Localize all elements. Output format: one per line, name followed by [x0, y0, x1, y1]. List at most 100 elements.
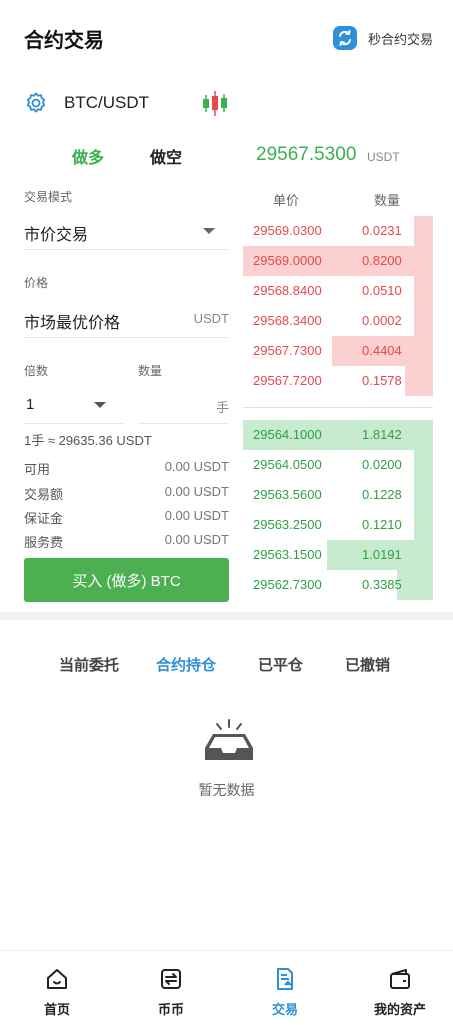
bid-price: 29563.5600 — [253, 487, 322, 502]
price-value: 市场最优价格 — [24, 315, 121, 332]
lot-info: 1手 ≈ 29635.36 USDT — [24, 433, 152, 448]
orderbook-qty-header: 数量 — [374, 193, 401, 208]
ask-qty: 0.0002 — [362, 313, 402, 328]
buy-long-button[interactable]: 买入 (做多) BTC — [24, 558, 229, 602]
bid-price: 29562.7300 — [253, 577, 322, 592]
bid-depth-bar — [414, 480, 433, 510]
quantity-input[interactable]: 手 — [138, 386, 229, 424]
tab-short[interactable]: 做空 — [150, 144, 182, 168]
nav-assets-label: 我的资产 — [373, 1002, 426, 1017]
bid-qty: 0.0200 — [362, 457, 402, 472]
trade-amount-value: 0.00 USDT — [164, 484, 229, 499]
ask-row[interactable]: 29567.7200 0.1578 — [243, 366, 433, 396]
page-title: 合约交易 — [24, 30, 104, 52]
ask-row[interactable]: 29569.0300 0.0231 — [243, 216, 433, 246]
pair-name: BTC/USDT — [64, 93, 149, 112]
mode-label: 交易模式 — [24, 190, 73, 204]
bid-depth-bar — [414, 450, 433, 480]
ask-row[interactable]: 29568.8400 0.0510 — [243, 276, 433, 306]
bid-qty: 1.0191 — [362, 547, 402, 562]
swap-icon — [332, 26, 357, 50]
ask-depth-bar — [404, 366, 433, 396]
bid-price: 29564.1000 — [253, 427, 322, 442]
fee-label: 服务费 — [24, 535, 64, 550]
trade-document-icon — [277, 968, 293, 990]
bid-row[interactable]: 29564.1000 1.8142 — [243, 420, 433, 450]
ask-depth-bar — [414, 216, 433, 246]
bid-qty: 0.1228 — [362, 487, 402, 502]
bid-row[interactable]: 29562.7300 0.3385 — [243, 570, 433, 600]
price-label: 价格 — [24, 276, 49, 290]
quantity-unit: 手 — [215, 400, 229, 415]
available-label: 可用 — [24, 462, 51, 477]
bid-row[interactable]: 29563.5600 0.1228 — [243, 480, 433, 510]
tab-closed[interactable]: 已平仓 — [258, 654, 303, 675]
bid-qty: 1.8142 — [362, 427, 402, 442]
ask-price: 29568.8400 — [253, 283, 322, 298]
ask-qty: 0.0510 — [362, 283, 402, 298]
empty-state-text: 暂无数据 — [198, 782, 255, 798]
nav-trade[interactable]: 交易 — [245, 951, 325, 1025]
bid-price: 29564.0500 — [253, 457, 322, 472]
nav-trade-label: 交易 — [271, 1002, 298, 1017]
section-divider — [0, 612, 453, 620]
nav-home[interactable]: 首页 — [17, 951, 97, 1025]
ask-price: 29568.3400 — [253, 313, 322, 328]
mode-select[interactable]: 市价交易 — [24, 212, 229, 250]
available-value: 0.00 USDT — [164, 459, 229, 474]
tab-positions[interactable]: 合约持仓 — [156, 654, 216, 675]
ask-price: 29569.0000 — [253, 253, 322, 268]
bid-price: 29563.2500 — [253, 517, 322, 532]
home-icon — [47, 969, 67, 989]
ask-qty: 0.8200 — [362, 253, 402, 268]
ask-qty: 0.1578 — [362, 373, 402, 388]
ask-price: 29569.0300 — [253, 223, 322, 238]
tab-current-orders[interactable]: 当前委托 — [59, 654, 119, 675]
ask-qty: 0.4404 — [362, 343, 402, 358]
wallet-icon — [390, 969, 410, 989]
ask-depth-bar — [414, 276, 433, 306]
price-unit: USDT — [193, 311, 229, 326]
bid-row[interactable]: 29564.0500 0.0200 — [243, 450, 433, 480]
chevron-down-icon — [94, 402, 106, 408]
trade-amount-label: 交易额 — [24, 487, 64, 502]
quantity-label: 数量 — [138, 364, 163, 378]
ask-row[interactable]: 29568.3400 0.0002 — [243, 306, 433, 336]
tab-long[interactable]: 做多 — [72, 144, 104, 168]
bid-row[interactable]: 29563.1500 1.0191 — [243, 540, 433, 570]
ask-qty: 0.0231 — [362, 223, 402, 238]
bid-row[interactable]: 29563.2500 0.1210 — [243, 510, 433, 540]
bid-depth-bar — [414, 510, 433, 540]
nav-home-label: 首页 — [43, 1002, 70, 1017]
bottom-nav: 首页 币币 交易 我的资产 — [0, 950, 453, 1024]
bid-qty: 0.1210 — [362, 517, 402, 532]
nav-spot-label: 币币 — [157, 1002, 184, 1017]
ask-row[interactable]: 29567.7300 0.4404 — [243, 336, 433, 366]
candlestick-chart-icon[interactable] — [200, 88, 230, 118]
bid-qty: 0.3385 — [362, 577, 402, 592]
ask-price: 29567.7300 — [253, 343, 322, 358]
leverage-select[interactable]: 1 — [24, 386, 124, 424]
ask-row[interactable]: 29569.0000 0.8200 — [243, 246, 433, 276]
orderbook-divider — [243, 407, 433, 408]
quick-contract-button[interactable]: 秒合约交易 — [332, 24, 433, 52]
ask-price: 29567.7200 — [253, 373, 322, 388]
gear-icon[interactable] — [24, 91, 48, 115]
margin-label: 保证金 — [24, 511, 64, 526]
tab-cancelled[interactable]: 已撤销 — [345, 654, 390, 675]
last-price: 29567.5300 — [256, 144, 357, 165]
last-price-unit: USDT — [367, 150, 400, 164]
orderbook-price-header: 单价 — [273, 193, 300, 208]
leverage-label: 倍数 — [24, 364, 49, 378]
quick-contract-label: 秒合约交易 — [367, 31, 433, 47]
pair-selector[interactable]: BTC/USDT — [24, 88, 149, 118]
nav-assets[interactable]: 我的资产 — [360, 951, 440, 1025]
price-field[interactable]: 市场最优价格 USDT — [24, 300, 229, 338]
empty-inbox-icon — [205, 719, 253, 760]
chevron-down-icon — [203, 228, 215, 234]
bid-depth-bar — [396, 570, 433, 600]
exchange-icon — [161, 969, 181, 989]
nav-spot[interactable]: 币币 — [131, 951, 211, 1025]
margin-value: 0.00 USDT — [164, 508, 229, 523]
ask-depth-bar — [414, 306, 433, 336]
